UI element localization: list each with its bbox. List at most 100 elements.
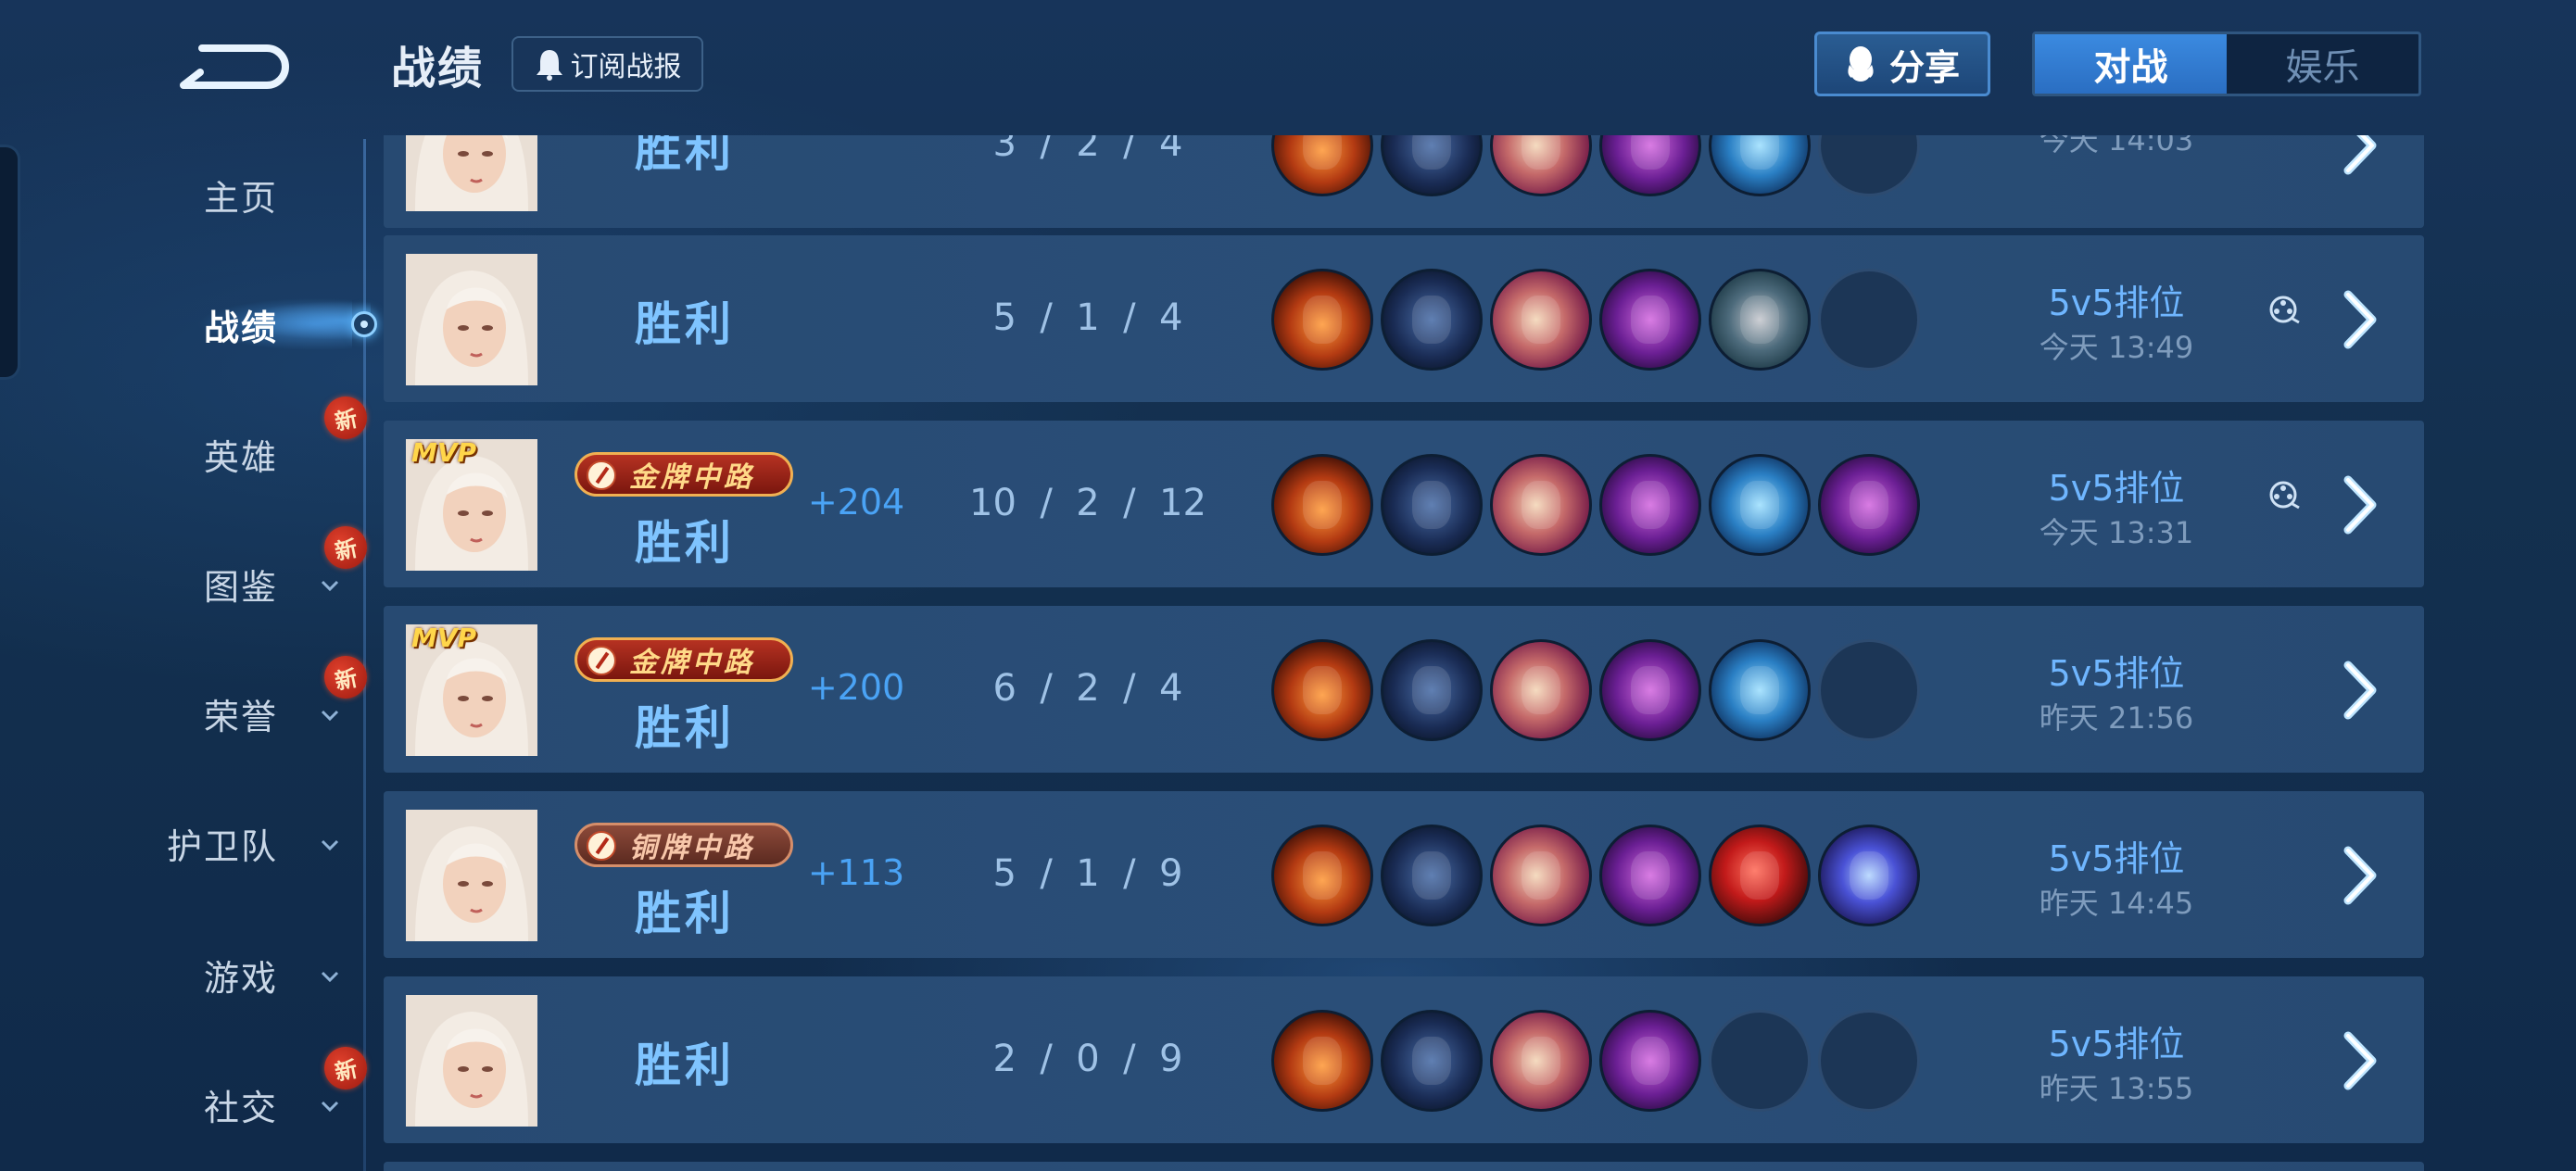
chevron-down-icon[interactable] — [319, 1095, 341, 1117]
equipment-list — [1271, 135, 1920, 196]
equipment-item-icon — [1490, 454, 1592, 556]
match-result: 胜利 — [635, 887, 735, 940]
hero-face-icon — [406, 254, 537, 385]
rank-score-change: +113 — [807, 852, 905, 893]
hero-portrait — [406, 810, 537, 941]
sidebar-item-records[interactable]: 战绩 — [130, 287, 352, 361]
equipment-item-icon — [1599, 639, 1701, 741]
mode-toggle: 对战 娱乐 — [2032, 31, 2421, 96]
equipment-list — [1271, 1010, 1920, 1112]
kda-stats: 3 / 2 / 4 — [992, 135, 1183, 165]
chevron-down-icon[interactable] — [319, 574, 341, 597]
equipment-item-icon — [1599, 1010, 1701, 1112]
sidebar-item-label: 游戏 — [203, 957, 278, 999]
match-result: 胜利 — [635, 135, 735, 177]
sidebar-item-label: 战绩 — [203, 307, 278, 348]
equipment-item-icon — [1599, 135, 1701, 196]
equipment-item-icon — [1271, 269, 1373, 371]
bell-icon — [536, 50, 562, 81]
equipment-item-icon — [1818, 454, 1920, 556]
match-result: 胜利 — [635, 1039, 735, 1092]
hero-portrait — [406, 135, 537, 211]
chevron-right-icon[interactable] — [2335, 843, 2383, 908]
equipment-item-icon — [1599, 269, 1701, 371]
chevron-down-icon[interactable] — [319, 834, 341, 856]
film-reel-icon[interactable] — [2268, 295, 2300, 326]
film-reel-icon[interactable] — [2268, 480, 2300, 511]
hero-portrait — [406, 254, 537, 385]
subscribe-label: 订阅战报 — [570, 51, 682, 83]
match-list[interactable]: 胜利 3 / 2 / 4 今天 14:03 胜利 5 / 1 / 4 5v5排位 今天 13… — [380, 135, 2428, 1171]
tab-entertainment[interactable]: 娱乐 — [2227, 34, 2418, 94]
equipment-list — [1271, 825, 1920, 926]
hero-face-icon — [406, 810, 537, 941]
equipment-item-icon — [1271, 1010, 1373, 1112]
equipment-item-icon — [1271, 454, 1373, 556]
mvp-badge: MVP — [411, 437, 477, 468]
share-button[interactable]: 分享 — [1814, 31, 1990, 96]
match-time: 今天 14:03 — [2039, 135, 2194, 157]
chevron-down-icon[interactable] — [319, 704, 341, 726]
sidebar-item-home[interactable]: 主页 — [130, 157, 352, 232]
equipment-list — [1271, 454, 1920, 556]
sword-icon — [587, 831, 616, 861]
share-label: 分享 — [1888, 46, 1960, 88]
match-result: 胜利 — [635, 701, 735, 755]
back-arrow-icon[interactable] — [176, 31, 297, 91]
page-title: 战绩 — [391, 43, 485, 94]
chevron-down-icon[interactable] — [319, 965, 341, 988]
equipment-list — [1271, 639, 1920, 741]
equipment-item-icon — [1381, 454, 1483, 556]
kda-stats: 2 / 0 / 9 — [992, 1038, 1183, 1080]
equipment-item-icon — [1490, 269, 1592, 371]
mvp-badge: MVP — [411, 623, 477, 653]
chevron-right-icon[interactable] — [2335, 1028, 2383, 1093]
kda-stats: 5 / 1 / 4 — [992, 296, 1183, 339]
equipment-item-icon — [1490, 639, 1592, 741]
chevron-right-icon[interactable] — [2335, 135, 2383, 178]
equipment-item-icon — [1709, 454, 1811, 556]
match-time: 昨天 13:55 — [2039, 1071, 2194, 1106]
equipment-item-icon — [1709, 269, 1811, 371]
lane-rank-label: 金牌中路 — [629, 461, 755, 494]
match-row[interactable]: 胜利 5 / 1 / 4 5v5排位 今天 13:49 — [384, 235, 2424, 402]
sword-icon — [587, 460, 616, 490]
match-row[interactable]: MVP 金牌中路 胜利 +200 6 / 2 / 4 5v5排位 昨天 21:56 — [384, 606, 2424, 773]
sidebar-item-heroes[interactable]: 英雄 — [130, 417, 352, 491]
game-mode: 5v5排位 — [2048, 468, 2185, 509]
sidebar-item-label: 护卫队 — [166, 825, 278, 867]
subscribe-report-button[interactable]: 订阅战报 — [511, 36, 703, 92]
kda-stats: 10 / 2 / 12 — [969, 482, 1206, 524]
chevron-right-icon[interactable] — [2335, 658, 2383, 723]
equipment-item-icon — [1599, 825, 1701, 926]
match-row[interactable]: 胜利 2 / 0 / 9 5v5排位昨天 13:55 — [384, 976, 2424, 1143]
sidebar-item-label: 主页 — [203, 177, 278, 219]
hero-face-icon — [406, 995, 537, 1127]
equipment-item-icon — [1381, 639, 1483, 741]
match-row[interactable]: 铜牌中路 胜利 +113 5 / 1 / 9 5v5排位 昨天 14:45 — [384, 791, 2424, 958]
match-row[interactable]: 胜利 3 / 2 / 4 今天 14:03 — [384, 135, 2424, 228]
game-mode: 5v5排位 — [2048, 1024, 2185, 1064]
active-indicator-dot — [351, 311, 377, 337]
chevron-right-icon[interactable] — [2335, 472, 2383, 537]
match-time: 昨天 14:45 — [2039, 886, 2194, 921]
equipment-item-icon — [1709, 639, 1811, 741]
match-time: 今天 13:31 — [2039, 515, 2194, 550]
equipment-item-icon — [1381, 825, 1483, 926]
equipment-item-icon — [1818, 825, 1920, 926]
equipment-list — [1271, 269, 1920, 371]
kda-stats: 5 / 1 / 9 — [992, 852, 1183, 895]
sidebar-item-guard[interactable]: 护卫队 — [111, 806, 334, 880]
match-row[interactable]: MVP 金牌中路 胜利 +204 10 / 2 / 12 5v5排位 今天 13:31 — [384, 421, 2424, 587]
equipment-item-icon — [1490, 825, 1592, 926]
sidebar-item-label: 社交 — [203, 1087, 278, 1128]
equipment-item-icon — [1381, 269, 1483, 371]
lane-rank-badge: 铜牌中路 — [575, 823, 793, 867]
equipment-item-icon — [1271, 639, 1373, 741]
edge-handle[interactable] — [0, 145, 20, 380]
chevron-right-icon[interactable] — [2335, 287, 2383, 352]
sidebar-item-label: 英雄 — [203, 436, 278, 478]
tab-battle[interactable]: 对战 — [2035, 34, 2227, 94]
match-row-partial[interactable] — [384, 1162, 2424, 1171]
equipment-item-icon — [1381, 135, 1483, 196]
